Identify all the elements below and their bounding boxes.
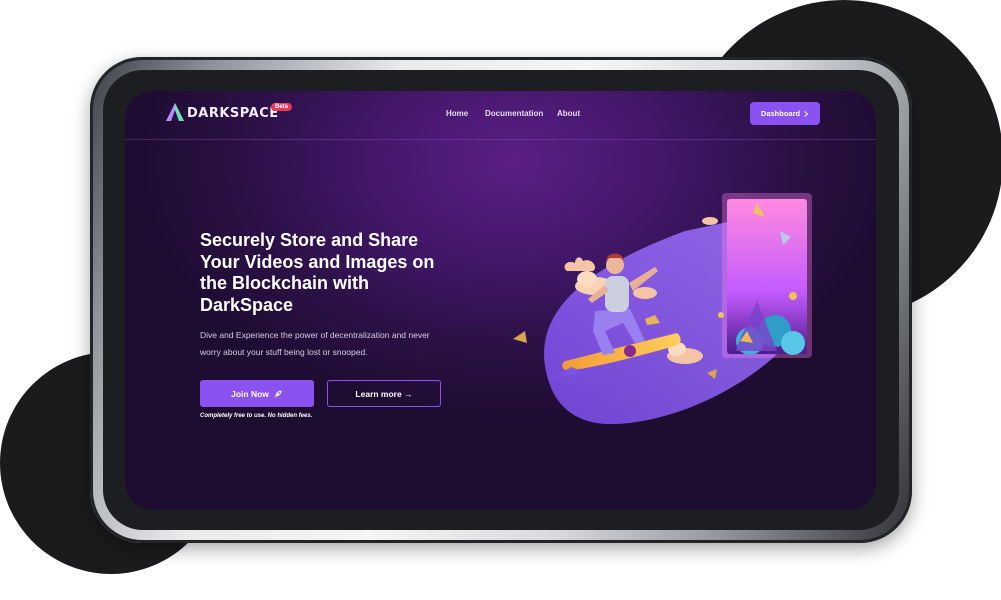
hero-headline: Securely Store and Share Your Videos and…	[200, 230, 435, 315]
brand-name[interactable]: DARKSPACE	[187, 106, 279, 121]
rocket-icon	[274, 390, 282, 398]
learn-more-button[interactable]: Learn more →	[327, 380, 441, 407]
nav-about-link[interactable]: About	[557, 109, 580, 118]
nav-home-link[interactable]: Home	[446, 109, 468, 118]
free-note: Completely free to use. No hidden fees.	[200, 413, 313, 419]
join-now-label: Join Now	[231, 388, 269, 399]
tablet-screen: DARKSPACE Beta Home Documentation About …	[125, 91, 876, 510]
hero-illustration-image	[513, 193, 812, 425]
dashboard-label: Dashboard	[760, 109, 801, 118]
darkspace-logo-icon[interactable]	[165, 102, 185, 122]
hero-subtext: Dive and Experience the power of decentr…	[200, 330, 430, 357]
chevron-right-icon	[804, 110, 809, 117]
beta-badge: Beta	[271, 103, 293, 111]
nav-documentation-link[interactable]: Documentation	[485, 109, 543, 118]
dashboard-button[interactable]: Dashboard	[750, 102, 820, 125]
top-nav: DARKSPACE Beta Home Documentation About …	[125, 91, 876, 140]
learn-more-label: Learn more →	[355, 388, 413, 399]
join-now-button[interactable]: Join Now	[200, 380, 314, 407]
